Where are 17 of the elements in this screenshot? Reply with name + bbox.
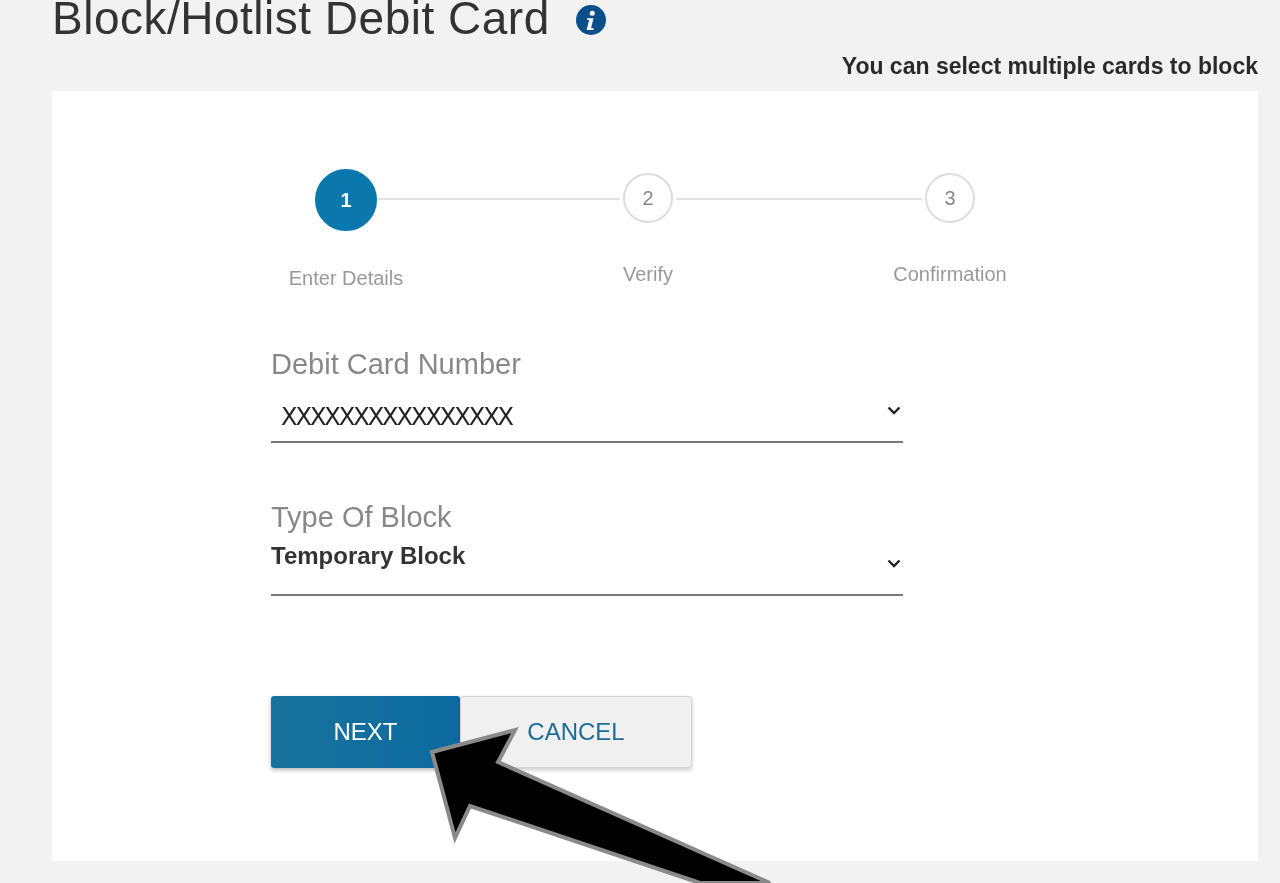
step-number: 2 <box>623 173 673 223</box>
field-label: Debit Card Number <box>271 348 522 381</box>
chevron-down-icon <box>887 558 901 568</box>
next-button[interactable]: NEXT <box>271 696 460 768</box>
step-number: 1 <box>315 169 377 231</box>
step-number: 3 <box>925 173 975 223</box>
hint-text: You can select multiple cards to block <box>841 53 1258 80</box>
dropdown-field[interactable]: XXXXXXXXXXXXXXXX <box>271 381 903 443</box>
step-label: Enter Details <box>288 267 404 290</box>
info-icon[interactable] <box>575 5 606 35</box>
cancel-button[interactable]: CANCEL <box>460 696 692 768</box>
step-label: Confirmation <box>893 263 1007 286</box>
chevron-down-icon <box>887 405 901 415</box>
dropdown-field[interactable]: Temporary Block <box>271 534 903 596</box>
page-title: Block/Hotlist Debit Card <box>52 0 550 45</box>
step-label: Verify <box>623 263 673 286</box>
field-label: Type Of Block <box>271 501 453 534</box>
